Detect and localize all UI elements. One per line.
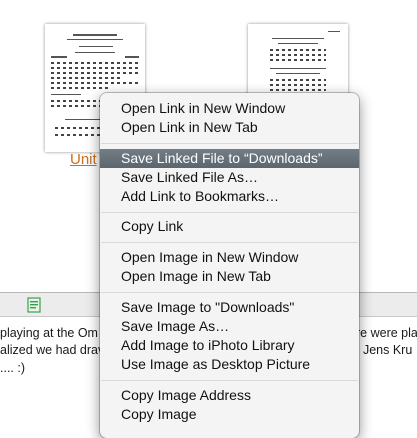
menu-separator xyxy=(101,380,358,381)
menu-item-open-link-new-tab[interactable]: Open Link in New Tab xyxy=(100,118,359,137)
menu-item-save-linked-file-downloads[interactable]: Save Linked File to “Downloads” xyxy=(100,149,359,168)
paragraph-line: playing at the Om xyxy=(0,326,98,340)
menu-item-copy-image-address[interactable]: Copy Image Address xyxy=(100,386,359,405)
context-menu: Open Link in New Window Open Link in New… xyxy=(100,93,359,438)
menu-item-add-link-bookmarks[interactable]: Add Link to Bookmarks… xyxy=(100,187,359,206)
menu-item-use-image-desktop-picture[interactable]: Use Image as Desktop Picture xyxy=(100,355,359,374)
menu-separator xyxy=(101,143,358,144)
menu-item-open-link-new-window[interactable]: Open Link in New Window xyxy=(100,99,359,118)
paragraph-fragment: . Jens Kru xyxy=(356,343,413,357)
thumbnail-link-caption[interactable]: Unit xyxy=(70,151,97,168)
menu-item-copy-image[interactable]: Copy Image xyxy=(100,405,359,424)
menu-separator xyxy=(101,292,358,293)
menu-item-open-image-new-tab[interactable]: Open Image in New Tab xyxy=(100,267,359,286)
paragraph-line: alized we had drav xyxy=(0,343,105,357)
menu-separator xyxy=(101,212,358,213)
menu-item-save-image-as[interactable]: Save Image As… xyxy=(100,317,359,336)
menu-item-copy-link[interactable]: Copy Link xyxy=(100,217,359,236)
menu-item-save-image-downloads[interactable]: Save Image to "Downloads" xyxy=(100,298,359,317)
paragraph-fragment: re were play xyxy=(356,326,417,340)
paragraph-line: .... :) xyxy=(0,361,25,375)
menu-item-open-image-new-window[interactable]: Open Image in New Window xyxy=(100,248,359,267)
document-icon[interactable] xyxy=(27,297,41,313)
menu-separator xyxy=(101,242,358,243)
menu-item-add-image-iphoto[interactable]: Add Image to iPhoto Library xyxy=(100,336,359,355)
menu-item-save-linked-file-as[interactable]: Save Linked File As… xyxy=(100,168,359,187)
